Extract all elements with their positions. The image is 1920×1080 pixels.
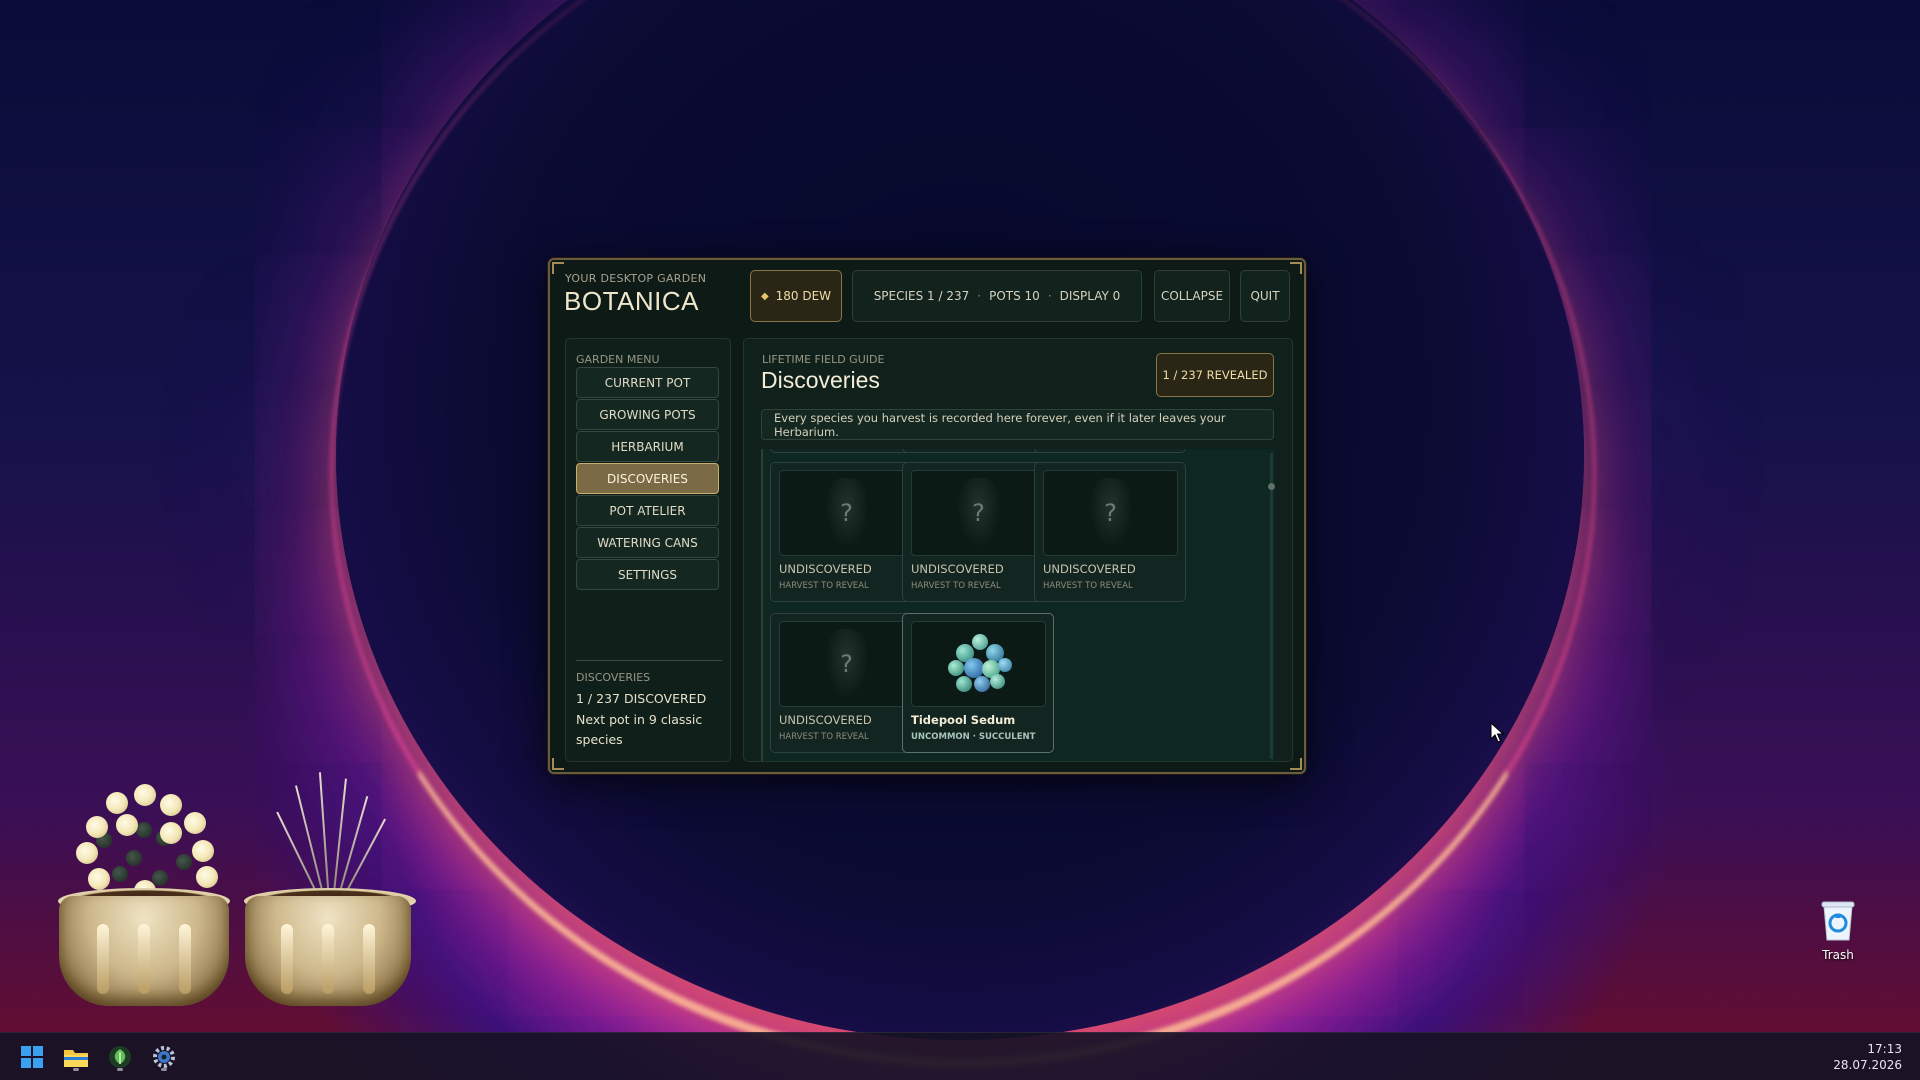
- species-name: UNDISCOVERED: [779, 713, 872, 727]
- species-meta: HARVEST TO REVEAL: [779, 732, 869, 742]
- file-explorer-icon[interactable]: [60, 1041, 92, 1073]
- dew-balance[interactable]: ◆ 180 DEW: [750, 270, 842, 322]
- botanica-app-icon[interactable]: [104, 1041, 136, 1073]
- discoveries-count: 1 / 237 DISCOVERED: [576, 691, 707, 706]
- running-indicator: [117, 1068, 123, 1071]
- discoveries-summary-heading: DISCOVERIES: [576, 671, 651, 684]
- species-card[interactable]: ? UNDISCOVERED HARVEST TO REVEAL: [1034, 462, 1186, 602]
- panel-description: Every species you harvest is recorded he…: [761, 409, 1274, 440]
- menu-current-pot[interactable]: CURRENT POT: [576, 367, 719, 398]
- stat-display: DISPLAY 0: [1059, 289, 1121, 303]
- stat-species: SPECIES 1 / 237: [873, 289, 970, 303]
- desktop-plant-grass[interactable]: [244, 762, 416, 1006]
- species-meta: HARVEST TO REVEAL: [911, 581, 1001, 591]
- frame-corner: [1290, 262, 1302, 274]
- brand-subtitle: YOUR DESKTOP GARDEN: [565, 272, 707, 285]
- brand-title: BOTANICA: [564, 286, 699, 316]
- desktop-plant-flowers[interactable]: [56, 770, 236, 1006]
- unknown-question-icon: ?: [972, 499, 985, 527]
- unknown-question-icon: ?: [840, 650, 853, 678]
- menu-watering-cans[interactable]: WATERING CANS: [576, 527, 719, 558]
- species-card[interactable]: [1034, 449, 1186, 453]
- tidepool-sedum-image: [911, 621, 1046, 707]
- dew-label: 180 DEW: [775, 289, 832, 303]
- menu-growing-pots[interactable]: GROWING POTS: [576, 399, 719, 430]
- sidebar-divider: [576, 660, 722, 661]
- unknown-question-icon: ?: [1104, 499, 1117, 527]
- species-thumbnail: ?: [779, 621, 914, 707]
- species-name: UNDISCOVERED: [911, 562, 1004, 576]
- panel-subtitle: LIFETIME FIELD GUIDE: [762, 353, 885, 366]
- taskbar: 17:13 28.07.2026: [0, 1032, 1920, 1080]
- panel-title: Discoveries: [761, 367, 880, 393]
- discoveries-grid[interactable]: ? UNDISCOVERED HARVEST TO REVEAL ? UNDIS…: [761, 449, 1275, 761]
- species-card[interactable]: ? UNDISCOVERED HARVEST TO REVEAL: [770, 613, 922, 753]
- species-thumbnail: ?: [779, 470, 914, 556]
- next-pot-progress: Next pot in 9 classic species: [576, 712, 703, 747]
- species-thumbnail: ?: [911, 470, 1046, 556]
- garden-stats: SPECIES 1 / 237 · POTS 10 · DISPLAY 0: [852, 270, 1142, 322]
- separator-dot: ·: [1047, 289, 1052, 303]
- menu-discoveries[interactable]: DISCOVERIES: [576, 463, 719, 494]
- menu-herbarium[interactable]: HERBARIUM: [576, 431, 719, 462]
- species-name: UNDISCOVERED: [779, 562, 872, 576]
- unknown-question-icon: ?: [840, 499, 853, 527]
- species-card[interactable]: [770, 449, 922, 453]
- discoveries-panel: LIFETIME FIELD GUIDE Discoveries 1 / 237…: [743, 338, 1293, 762]
- species-card[interactable]: ? UNDISCOVERED HARVEST TO REVEAL: [770, 462, 922, 602]
- trash-label: Trash: [1822, 948, 1854, 962]
- species-name: Tidepool Sedum: [911, 713, 1016, 727]
- clock-date[interactable]: 28.07.2026: [1833, 1058, 1902, 1072]
- menu-settings[interactable]: SETTINGS: [576, 559, 719, 590]
- running-indicator: [161, 1068, 167, 1071]
- species-meta: HARVEST TO REVEAL: [1043, 581, 1133, 591]
- separator-dot: ·: [977, 289, 982, 303]
- trash-icon[interactable]: [1818, 898, 1858, 946]
- revealed-badge: 1 / 237 REVEALED: [1156, 353, 1274, 397]
- stat-pots: POTS 10: [989, 289, 1040, 303]
- garden-menu: GARDEN MENU CURRENT POT GROWING POTS HER…: [565, 338, 731, 762]
- settings-gear-icon[interactable]: [148, 1041, 180, 1073]
- menu-pot-atelier[interactable]: POT ATELIER: [576, 495, 719, 526]
- collapse-button[interactable]: COLLAPSE: [1154, 270, 1230, 322]
- species-card[interactable]: ? UNDISCOVERED HARVEST TO REVEAL: [902, 462, 1054, 602]
- species-thumbnail: ?: [1043, 470, 1178, 556]
- running-indicator: [73, 1068, 79, 1071]
- species-card-tidepool-sedum[interactable]: Tidepool Sedum UNCOMMON · SUCCULENT: [902, 613, 1054, 753]
- species-meta: UNCOMMON · SUCCULENT: [911, 732, 1036, 742]
- frame-corner: [552, 758, 564, 770]
- clock-time[interactable]: 17:13: [1867, 1042, 1902, 1056]
- species-name: UNDISCOVERED: [1043, 562, 1136, 576]
- botanica-window: YOUR DESKTOP GARDEN BOTANICA ◆ 180 DEW S…: [548, 258, 1306, 774]
- dew-diamond-icon: ◆: [760, 290, 769, 302]
- grid-scrollbar-thumb[interactable]: [1268, 483, 1275, 490]
- grid-scrollbar[interactable]: [1270, 453, 1273, 759]
- frame-corner: [552, 262, 564, 274]
- garden-menu-heading: GARDEN MENU: [576, 353, 660, 366]
- species-card[interactable]: [902, 449, 1054, 453]
- quit-button[interactable]: QUIT: [1240, 270, 1290, 322]
- windows-start-icon[interactable]: [16, 1041, 48, 1073]
- species-meta: HARVEST TO REVEAL: [779, 581, 869, 591]
